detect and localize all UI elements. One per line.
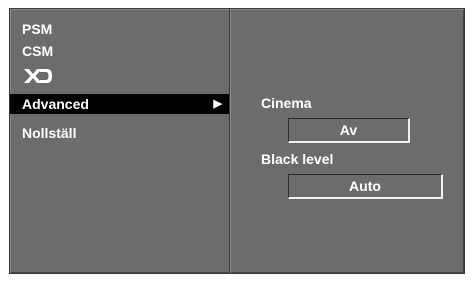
xd-logo[interactable] [23, 67, 53, 85]
menu-item-psm[interactable]: PSM [10, 19, 230, 39]
arrow-right-icon: ▶ [213, 98, 222, 110]
menu-item-label: Advanced [22, 96, 89, 112]
menu-item-label: CSM [22, 43, 54, 59]
menu-item-csm[interactable]: CSM [10, 41, 230, 61]
tv-osd-screen: PSM CSM Advanced ▶ Nollställ Cinema Av B… [0, 0, 472, 282]
main-menu-panel: PSM CSM Advanced ▶ Nollställ [9, 8, 231, 274]
menu-item-label: Nollställ [22, 125, 77, 141]
menu-item-advanced[interactable]: Advanced ▶ [10, 94, 230, 114]
menu-item-nollstall[interactable]: Nollställ [10, 123, 230, 143]
advanced-submenu-panel: Cinema Av Black level Auto [229, 8, 465, 274]
cinema-value-field[interactable]: Av [288, 118, 410, 143]
cinema-label: Cinema [261, 95, 312, 111]
black-level-value-field[interactable]: Auto [288, 174, 443, 199]
black-level-label: Black level [261, 151, 334, 167]
menu-item-label: PSM [22, 21, 53, 37]
